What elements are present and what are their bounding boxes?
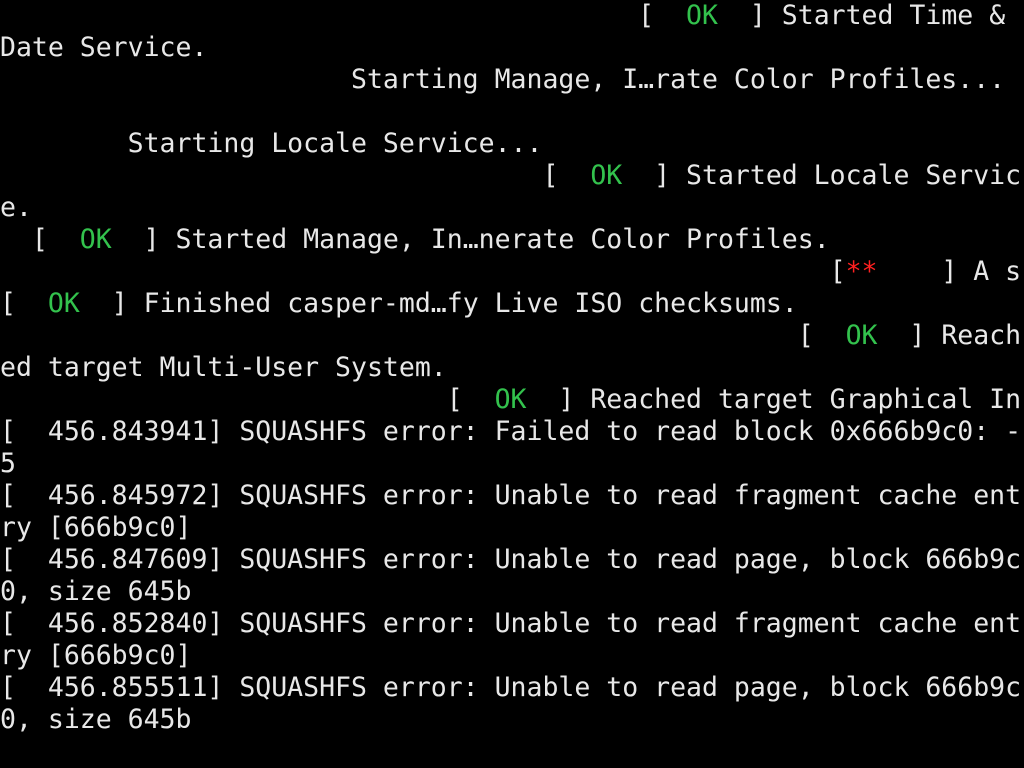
- line-text: Starting Locale Service...: [0, 128, 543, 159]
- console-line: [ 456.852840] SQUASHFS error: Unable to …: [0, 608, 1021, 640]
- console-line: [ OK ] Started Manage, In…nerate Color P…: [0, 224, 830, 256]
- line-text: ed target Multi-User System.: [0, 352, 447, 383]
- line-text: [: [0, 384, 495, 415]
- line-text: [: [0, 0, 687, 31]
- console-line: Starting Locale Service...: [0, 128, 543, 160]
- console-line: [ 456.855511] SQUASHFS error: Unable to …: [0, 672, 1021, 704]
- line-text: ] Reach: [877, 320, 1022, 351]
- line-text: [ 456.843941] SQUASHFS error: Failed to …: [0, 416, 1022, 447]
- console-line: [ 456.845972] SQUASHFS error: Unable to …: [0, 480, 1021, 512]
- ok-status: OK: [686, 0, 718, 31]
- console-line: e.: [0, 192, 32, 224]
- console-line: 5: [0, 448, 16, 480]
- console-line: [ OK ] Finished casper-md…fy Live ISO ch…: [0, 288, 798, 320]
- console-line: [ OK ] Started Locale Servic: [0, 160, 1021, 192]
- line-text: [: [0, 256, 846, 287]
- line-text: Starting Manage, I…rate Color Profiles..…: [0, 64, 1006, 95]
- console-line: 0, size 645b: [0, 704, 191, 736]
- console-line: [ 456.847609] SQUASHFS error: Unable to …: [0, 544, 1021, 576]
- line-text: 0, size 645b: [0, 704, 192, 735]
- line-text: ry [666b9c0]: [0, 640, 192, 671]
- line-text: [ 456.847609] SQUASHFS error: Unable to …: [0, 544, 1022, 575]
- console-line: [ OK ] Reached target Graphical In: [0, 384, 1021, 416]
- console-line: 0, size 645b: [0, 576, 191, 608]
- line-text: ] Started Time &: [717, 0, 1006, 31]
- console-line: [ 456.843941] SQUASHFS error: Failed to …: [0, 416, 1021, 448]
- line-text: [ 456.855511] SQUASHFS error: Unable to …: [0, 672, 1022, 703]
- line-text: ] Reached target Graphical In: [526, 384, 1022, 415]
- failure-asterisks: **: [845, 256, 878, 287]
- line-text: [ 456.852840] SQUASHFS error: Unable to …: [0, 608, 1022, 639]
- ok-status: OK: [494, 384, 527, 415]
- console-line: [** ] A s: [0, 256, 1021, 288]
- console-line: Starting Manage, I…rate Color Profiles..…: [0, 64, 1005, 96]
- line-text: [: [0, 288, 48, 319]
- line-text: e.: [0, 192, 32, 223]
- line-text: [: [0, 320, 846, 351]
- line-text: 5: [0, 448, 16, 479]
- line-text: Date Service.: [0, 32, 208, 63]
- ok-status: OK: [79, 224, 112, 255]
- line-text: [ 456.845972] SQUASHFS error: Unable to …: [0, 480, 1022, 511]
- ok-status: OK: [47, 288, 80, 319]
- line-text: ] Started Manage, In…nerate Color Profil…: [111, 224, 830, 255]
- line-text: ry [666b9c0]: [0, 512, 192, 543]
- line-text: ] Finished casper-md…fy Live ISO checksu…: [79, 288, 798, 319]
- console-line: ry [666b9c0]: [0, 640, 191, 672]
- line-text: [: [0, 160, 591, 191]
- console-line: [ OK ] Started Time &: [0, 0, 1005, 32]
- console-line: Date Service.: [0, 32, 207, 64]
- console-line: ed target Multi-User System.: [0, 352, 447, 384]
- ok-status: OK: [845, 320, 878, 351]
- console-line: [ OK ] Reach: [0, 320, 1021, 352]
- terminal-console: [ OK ] Started Time & Date Service. Star…: [0, 0, 1024, 768]
- line-text: ] A s: [877, 256, 1022, 287]
- line-text: ] Started Locale Servic: [622, 160, 1022, 191]
- ok-status: OK: [590, 160, 623, 191]
- line-text: [: [0, 224, 80, 255]
- line-text: 0, size 645b: [0, 576, 192, 607]
- console-line: ry [666b9c0]: [0, 512, 191, 544]
